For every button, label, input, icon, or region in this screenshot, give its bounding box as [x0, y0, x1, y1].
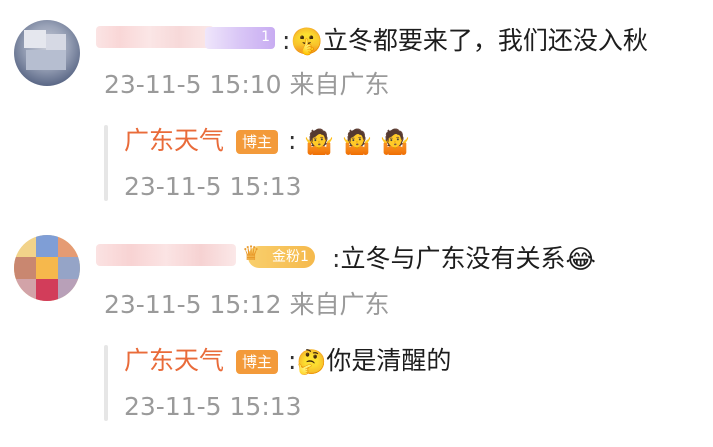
comment-text: :🤫立冬都要来了，我们还没入秋: [282, 26, 648, 57]
reply-meta: 23-11-5 15:13: [124, 172, 302, 201]
avatar-pixel: [36, 257, 58, 279]
comment-body: 立冬都要来了，我们还没入秋: [322, 26, 648, 55]
avatar-pixel: [14, 279, 36, 301]
comment-text: :立冬与广东没有关系😂: [332, 244, 596, 275]
reply-author[interactable]: 广东天气: [124, 346, 224, 376]
avatar-pixel: [58, 279, 80, 301]
username[interactable]: [96, 26, 214, 48]
shrug-emoji-icon: 🤷: [342, 128, 373, 156]
reply-text: :🤔你是清醒的: [288, 346, 451, 377]
avatar-pixel: [24, 30, 46, 48]
avatar-pixel: [58, 235, 80, 257]
avatar-pixel: [36, 279, 58, 301]
crown-icon: ♛: [242, 241, 260, 265]
laugh-cry-emoji-icon: 😂: [565, 245, 596, 275]
shrug-emoji-icon: 🤷: [304, 128, 335, 156]
host-badge: 博主: [236, 350, 279, 374]
shush-emoji-icon: 🤫: [290, 27, 323, 57]
badge-level: 1: [261, 29, 270, 45]
reply-text: : 🤷 🤷 🤷: [288, 126, 410, 157]
colon: :: [288, 126, 297, 155]
colon: :: [288, 346, 297, 375]
reply-author[interactable]: 广东天气: [124, 126, 224, 156]
comment-body: 立冬与广东没有关系: [340, 244, 566, 273]
colon: :: [282, 26, 291, 55]
avatar-pixel: [36, 235, 58, 257]
thinking-emoji-icon: 🤔: [296, 348, 327, 376]
host-badge: 博主: [236, 130, 279, 154]
comment-meta: 23-11-5 15:10 来自广东: [104, 70, 390, 99]
avatar[interactable]: [14, 235, 80, 301]
reply-body: 你是清醒的: [326, 346, 452, 375]
username[interactable]: [96, 244, 236, 266]
avatar-pixel: [14, 235, 36, 257]
golden-fan-badge[interactable]: ♛ 金粉1: [242, 242, 315, 268]
avatar-pixel: [26, 50, 66, 70]
avatar-pixel: [14, 257, 36, 279]
shrug-emoji-icon: 🤷: [380, 128, 410, 156]
fan-level-badge[interactable]: 1: [205, 27, 275, 49]
reply-divider: [104, 345, 108, 421]
badge-label: 金粉1: [272, 249, 309, 265]
reply-divider: [104, 125, 108, 201]
avatar-pixel: [58, 257, 80, 279]
reply-meta: 23-11-5 15:13: [124, 392, 302, 421]
comment-meta: 23-11-5 15:12 来自广东: [104, 290, 390, 319]
avatar[interactable]: [14, 20, 80, 86]
